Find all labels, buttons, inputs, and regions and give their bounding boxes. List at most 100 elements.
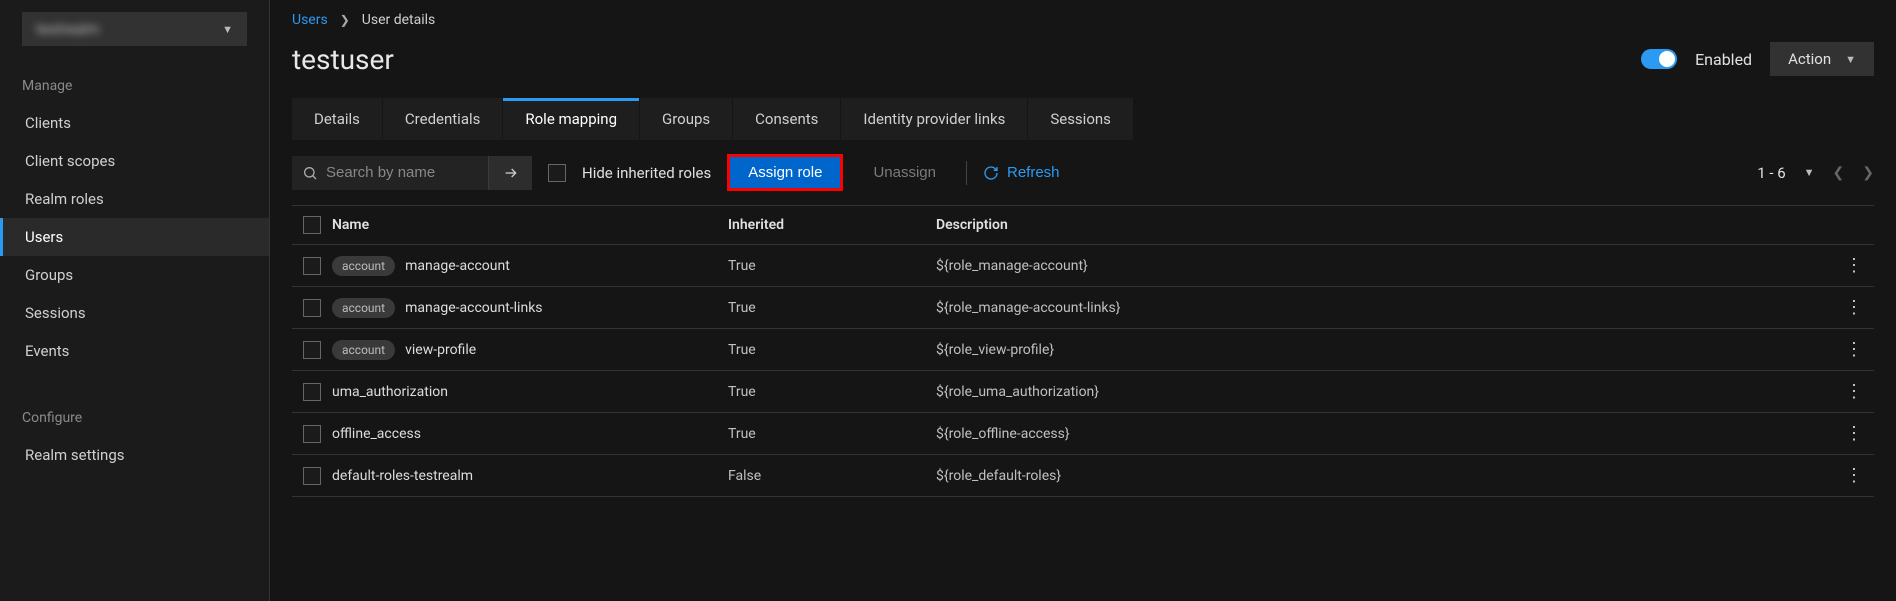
- kebab-icon: ⋮: [1845, 255, 1863, 276]
- tab-groups[interactable]: Groups: [640, 98, 732, 140]
- refresh-label: Refresh: [1007, 164, 1060, 181]
- action-label: Action: [1788, 50, 1831, 68]
- row-actions-kebab[interactable]: ⋮: [1834, 297, 1874, 318]
- role-inherited: False: [728, 468, 936, 484]
- table-header-row: Name Inherited Description: [292, 206, 1874, 245]
- pagination-size-caret-icon[interactable]: ▼: [1804, 166, 1815, 179]
- row-actions-kebab[interactable]: ⋮: [1834, 339, 1874, 360]
- tab-consents[interactable]: Consents: [733, 98, 840, 140]
- table-row: account manage-account True${role_manage-a…: [292, 245, 1874, 287]
- role-description: ${role_uma_authorization}: [936, 384, 1834, 400]
- toolbar: Hide inherited roles Assign role Unassig…: [270, 140, 1896, 205]
- select-all-checkbox[interactable]: [303, 216, 321, 234]
- sidebar-item-events[interactable]: Events: [0, 332, 269, 370]
- sidebar-item-sessions[interactable]: Sessions: [0, 294, 269, 332]
- sidebar-item-client-scopes[interactable]: Client scopes: [0, 142, 269, 180]
- role-inherited: True: [728, 384, 936, 400]
- nav-section-configure: Configure: [0, 396, 269, 436]
- table-row: accountview-profileTrue${role_view-profi…: [292, 329, 1874, 371]
- breadcrumb-users-link[interactable]: Users: [292, 12, 328, 28]
- kebab-icon: ⋮: [1845, 297, 1863, 318]
- pagination: 1 - 6 ▼ ❮ ❯: [1757, 164, 1874, 182]
- row-checkbox[interactable]: [303, 341, 321, 359]
- sidebar: testrealm ▼ Manage ClientsClient scopesR…: [0, 0, 270, 601]
- search-box: [292, 156, 532, 190]
- search-field-wrap: [292, 164, 488, 181]
- row-checkbox[interactable]: [303, 299, 321, 317]
- header-controls: Enabled Action ▼: [1641, 42, 1874, 76]
- breadcrumb: Users ❯ User details: [270, 8, 1896, 32]
- col-header-inherited: Inherited: [728, 217, 936, 233]
- role-name: offline_access: [332, 426, 421, 442]
- role-inherited: True: [728, 258, 936, 274]
- unassign-button: Unassign: [859, 156, 950, 189]
- role-description: ${role_default-roles}: [936, 468, 1834, 484]
- realm-name: testrealm: [36, 20, 99, 38]
- sidebar-item-groups[interactable]: Groups: [0, 256, 269, 294]
- role-name: uma_authorization: [332, 384, 448, 400]
- pagination-next: ❯: [1862, 165, 1874, 181]
- tabs: DetailsCredentialsRole mappingGroupsCons…: [292, 98, 1874, 140]
- col-header-name: Name: [332, 217, 728, 233]
- tab-sessions[interactable]: Sessions: [1028, 98, 1133, 140]
- tab-identity-provider-links[interactable]: Identity provider links: [841, 98, 1027, 140]
- tab-role-mapping[interactable]: Role mapping: [503, 98, 639, 140]
- tab-credentials[interactable]: Credentials: [383, 98, 502, 140]
- row-actions-kebab[interactable]: ⋮: [1834, 255, 1874, 276]
- sidebar-item-users[interactable]: Users: [0, 218, 269, 256]
- action-dropdown[interactable]: Action ▼: [1770, 42, 1874, 76]
- client-chip: account: [332, 340, 395, 360]
- assign-role-button[interactable]: Assign role: [727, 154, 843, 191]
- role-name: view-profile: [405, 342, 476, 358]
- hide-inherited-checkbox[interactable]: [548, 164, 566, 182]
- client-chip: account: [332, 298, 395, 318]
- pagination-range: 1 - 6: [1757, 164, 1785, 182]
- page-header: testuser Enabled Action ▼: [270, 32, 1896, 76]
- role-description: ${role_offline-access}: [936, 426, 1834, 442]
- caret-down-icon: ▼: [1845, 53, 1856, 66]
- role-name: manage-account: [405, 258, 510, 274]
- role-inherited: True: [728, 300, 936, 316]
- sidebar-item-clients[interactable]: Clients: [0, 104, 269, 142]
- refresh-button[interactable]: Refresh: [983, 164, 1060, 181]
- row-actions-kebab[interactable]: ⋮: [1834, 465, 1874, 486]
- role-description: ${role_manage-account-links}: [936, 300, 1834, 316]
- page-title: testuser: [292, 43, 394, 76]
- enabled-toggle[interactable]: [1641, 49, 1677, 69]
- main-content: Users ❯ User details testuser Enabled Ac…: [270, 0, 1896, 601]
- chevron-right-icon: ❯: [340, 13, 350, 27]
- role-name: default-roles-testrealm: [332, 468, 473, 484]
- role-table: Name Inherited Description accountmanage…: [292, 205, 1874, 497]
- chevron-down-icon: ▼: [222, 23, 233, 36]
- nav-configure-list: Realm settings: [0, 436, 269, 474]
- row-actions-kebab[interactable]: ⋮: [1834, 381, 1874, 402]
- role-description: ${role_manage-account}: [936, 258, 1834, 274]
- sidebar-item-realm-settings[interactable]: Realm settings: [0, 436, 269, 474]
- search-icon: [302, 165, 318, 181]
- role-inherited: True: [728, 342, 936, 358]
- client-chip: account: [332, 256, 395, 276]
- search-input[interactable]: [326, 164, 478, 181]
- kebab-icon: ⋮: [1845, 423, 1863, 444]
- refresh-icon: [983, 165, 999, 181]
- breadcrumb-current: User details: [362, 12, 436, 28]
- col-header-description: Description: [936, 217, 1834, 233]
- kebab-icon: ⋮: [1845, 465, 1863, 486]
- table-row: accountmanage-account-linksTrue${role_ma…: [292, 287, 1874, 329]
- tab-details[interactable]: Details: [292, 98, 382, 140]
- hide-inherited-label: Hide inherited roles: [582, 164, 711, 182]
- sidebar-item-realm-roles[interactable]: Realm roles: [0, 180, 269, 218]
- row-checkbox[interactable]: [303, 383, 321, 401]
- search-submit-button[interactable]: [488, 156, 532, 190]
- realm-selector[interactable]: testrealm ▼: [22, 12, 247, 46]
- role-inherited: True: [728, 426, 936, 442]
- pagination-prev: ❮: [1833, 165, 1845, 181]
- row-actions-kebab[interactable]: ⋮: [1834, 423, 1874, 444]
- row-checkbox[interactable]: [303, 257, 321, 275]
- table-row: offline_access True${role_offline-access}…: [292, 413, 1874, 455]
- row-checkbox[interactable]: [303, 467, 321, 485]
- row-checkbox[interactable]: [303, 425, 321, 443]
- table-row: default-roles-testrealm False${role_defau…: [292, 455, 1874, 497]
- toolbar-separator: [966, 161, 967, 185]
- arrow-right-icon: [503, 165, 519, 181]
